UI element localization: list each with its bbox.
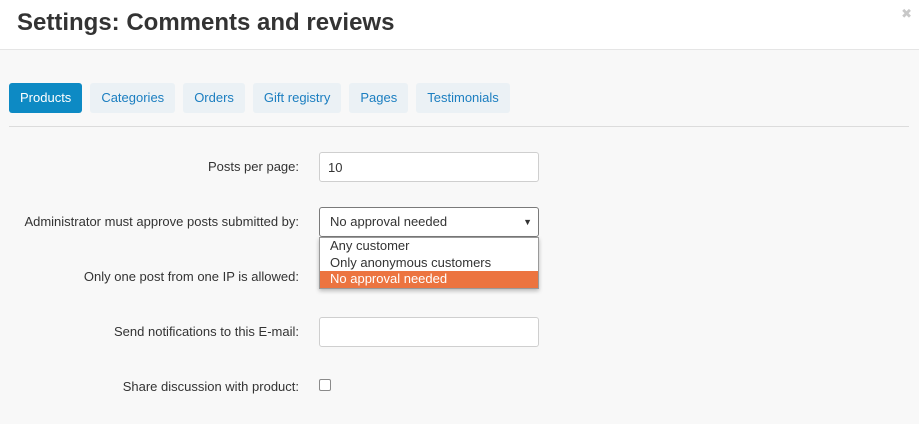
dropdown-arrow-icon: ▼ <box>523 217 532 227</box>
close-icon[interactable]: ✖ <box>901 7 912 20</box>
approve-posts-label: Administrator must approve posts submitt… <box>24 214 299 229</box>
share-discussion-checkbox[interactable] <box>319 379 331 391</box>
tab-pages[interactable]: Pages <box>349 83 409 113</box>
posts-per-page-input[interactable] <box>319 152 539 182</box>
approve-posts-select[interactable]: No approval needed ▼ <box>319 207 539 237</box>
one-post-ip-label: Only one post from one IP is allowed: <box>83 269 299 284</box>
approve-posts-dropdown: Any customer Only anonymous customers No… <box>319 237 539 289</box>
approve-posts-selected-value: No approval needed <box>330 214 448 229</box>
option-any-customer[interactable]: Any customer <box>320 238 538 255</box>
tab-orders[interactable]: Orders <box>183 83 245 113</box>
option-only-anonymous[interactable]: Only anonymous customers <box>320 255 538 272</box>
share-discussion-label: Share discussion with product: <box>122 379 299 394</box>
tab-testimonials[interactable]: Testimonials <box>416 83 510 113</box>
notify-email-label: Send notifications to this E-mail: <box>114 324 299 339</box>
tab-products[interactable]: Products <box>9 83 83 113</box>
page-title: Settings: Comments and reviews <box>17 9 395 36</box>
posts-per-page-label: Posts per page: <box>207 159 299 174</box>
option-no-approval[interactable]: No approval needed <box>320 271 538 288</box>
tab-gift-registry[interactable]: Gift registry <box>252 83 342 113</box>
notify-email-input[interactable] <box>319 317 539 347</box>
tab-bar: Products Categories Orders Gift registry… <box>9 83 510 113</box>
dialog-header: Settings: Comments and reviews ✖ <box>0 0 919 50</box>
tab-categories[interactable]: Categories <box>90 83 176 113</box>
tab-divider <box>9 126 909 127</box>
